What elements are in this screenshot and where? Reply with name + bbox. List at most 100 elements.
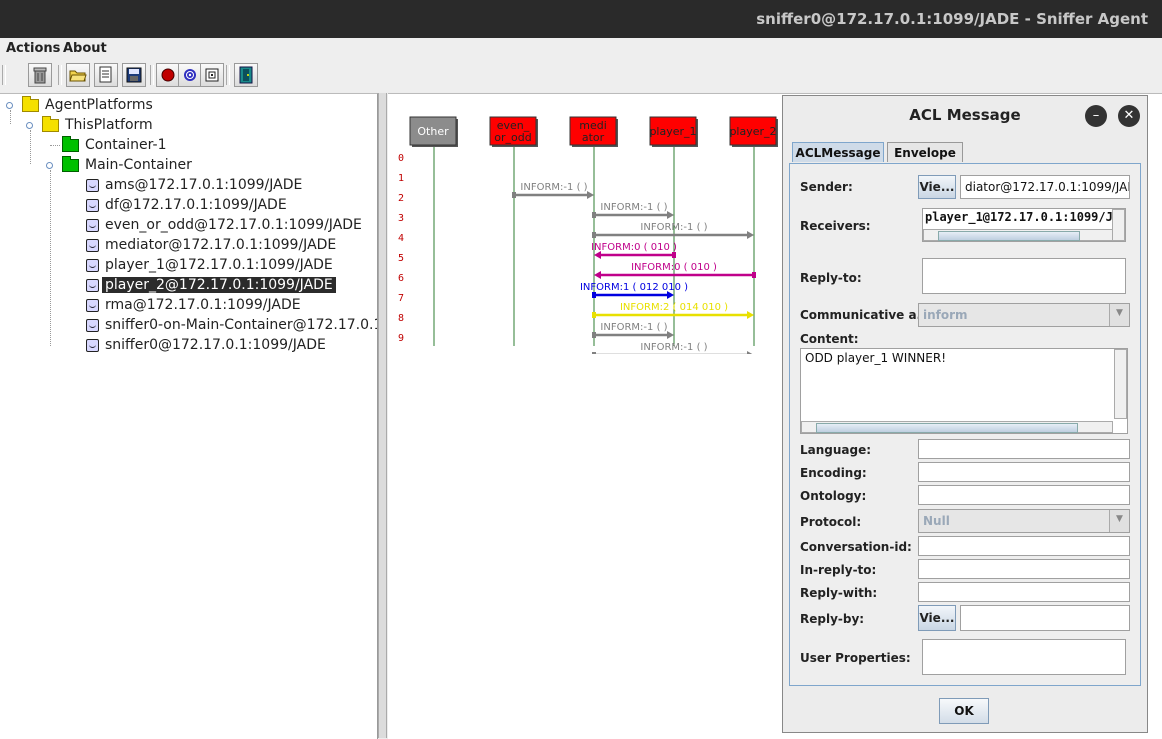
- tree-agent-player-2[interactable]: player_2@172.17.0.1:1099/JADE: [86, 275, 336, 295]
- row-number: 7: [398, 293, 404, 304]
- record-icon: [161, 68, 175, 82]
- exit-button[interactable]: [234, 63, 258, 87]
- sequence-diagram: Other even_or_oddmediator player_1 player_2…: [398, 116, 778, 354]
- tree-agent-ams[interactable]: ams@172.17.0.1:1099/JADE: [86, 175, 302, 195]
- spiral-icon: [184, 69, 196, 81]
- menu-about[interactable]: About: [63, 41, 107, 56]
- tree-agent-even-or-odd[interactable]: even_or_odd@172.17.0.1:1099/JADE: [86, 215, 362, 235]
- receivers-hscrollbar[interactable]: [923, 229, 1113, 241]
- sniff-off-button[interactable]: [178, 63, 202, 87]
- performative-combo[interactable]: inform ▼: [918, 303, 1130, 327]
- dialog-titlebar: ACL Message – ✕: [783, 96, 1147, 134]
- window-titlebar: sniffer0@172.17.0.1:1099/JADE - Sniffer …: [0, 0, 1162, 38]
- agent-box-label: or_odd: [494, 131, 531, 144]
- tree-agent-sniffer-on-main[interactable]: sniffer0-on-Main-Container@172.17.0.1:: [86, 315, 377, 335]
- expand-toggle-icon[interactable]: [46, 162, 53, 169]
- in-reply-to-field[interactable]: [918, 559, 1130, 579]
- row-number: 1: [398, 173, 404, 184]
- reply-to-field[interactable]: [922, 258, 1126, 294]
- language-field[interactable]: [918, 439, 1130, 459]
- protocol-combo[interactable]: Null ▼: [918, 509, 1130, 533]
- tree-agent-rma[interactable]: rma@172.17.0.1:1099/JADE: [86, 295, 301, 315]
- scrollbar-thumb[interactable]: [816, 423, 1078, 433]
- message-arrowhead: [587, 191, 594, 199]
- tree-agent-mediator[interactable]: mediator@172.17.0.1:1099/JADE: [86, 235, 336, 255]
- menu-actions[interactable]: Actions: [6, 41, 60, 56]
- save-button[interactable]: [122, 63, 146, 87]
- sniff-on-button[interactable]: [156, 63, 180, 87]
- protocol-label: Protocol:: [800, 515, 862, 529]
- menu-bar: Actions About: [0, 38, 1162, 60]
- sender-view-button[interactable]: Vie...: [918, 175, 956, 199]
- tab-envelope[interactable]: Envelope: [887, 142, 963, 162]
- sender-label: Sender:: [800, 180, 853, 194]
- tree-line: [10, 110, 11, 124]
- reply-by-view-button[interactable]: Vie...: [918, 605, 956, 631]
- expand-toggle-icon[interactable]: [26, 122, 33, 129]
- ontology-label: Ontology:: [800, 489, 867, 503]
- toolbar: [0, 60, 1162, 92]
- user-properties-field[interactable]: [922, 639, 1126, 675]
- ok-button[interactable]: OK: [939, 698, 989, 724]
- message-label: INFORM:-1 ( ): [520, 182, 587, 193]
- scrollbar-thumb[interactable]: [938, 231, 1080, 241]
- agent-icon: [86, 278, 99, 292]
- content-vscrollbar[interactable]: [1114, 349, 1127, 419]
- message-arrowhead: [667, 331, 674, 339]
- ontology-field[interactable]: [918, 485, 1130, 505]
- tree-node-thisplatform[interactable]: ThisPlatform: [42, 115, 153, 135]
- agent-box-label: ator: [582, 131, 605, 144]
- performative-value: inform: [923, 308, 968, 322]
- tree-agent-player-1[interactable]: player_1@172.17.0.1:1099/JADE: [86, 255, 333, 275]
- row-number: 0: [398, 153, 404, 164]
- tree-agent-df[interactable]: df@172.17.0.1:1099/JADE: [86, 195, 287, 215]
- agent-box-label: player_2: [729, 125, 776, 138]
- minimize-icon[interactable]: –: [1085, 105, 1107, 127]
- conversation-id-field[interactable]: [918, 536, 1130, 556]
- agent-icon: [86, 318, 99, 332]
- message-label: INFORM:0 ( 010 ): [631, 262, 717, 273]
- content-hscrollbar[interactable]: [801, 421, 1113, 433]
- reply-with-field[interactable]: [918, 582, 1130, 602]
- tree-node-main-container[interactable]: Main-Container: [62, 155, 192, 175]
- trash-button[interactable]: [28, 63, 52, 87]
- message-arrowhead: [747, 231, 754, 239]
- agent-tree[interactable]: AgentPlatforms ThisPlatform Container-1 …: [0, 93, 378, 739]
- acl-message-panel: Sender: Vie... diator@172.17.0.1:1099/JA…: [789, 163, 1141, 686]
- toolbar-separator: [2, 65, 6, 85]
- tree-agent-label: sniffer0@172.17.0.1:1099/JADE: [105, 337, 326, 353]
- trash-icon: [33, 67, 47, 84]
- split-pane-divider[interactable]: [378, 93, 387, 738]
- expand-toggle-icon[interactable]: [6, 102, 13, 109]
- filter-button[interactable]: [200, 63, 224, 87]
- sender-field[interactable]: diator@172.17.0.1:1099/JADE: [960, 175, 1130, 199]
- message-origin: [592, 232, 596, 238]
- chevron-down-icon[interactable]: ▼: [1109, 304, 1129, 326]
- encoding-label: Encoding:: [800, 466, 867, 480]
- chevron-down-icon[interactable]: ▼: [1109, 510, 1129, 532]
- message-label: INFORM:-1 ( ): [640, 342, 707, 353]
- tab-aclmessage[interactable]: ACLMessage: [792, 142, 884, 162]
- encoding-field[interactable]: [918, 462, 1130, 482]
- tree-line: [50, 145, 60, 146]
- receiver-item[interactable]: player_1@172.17.0.1:1099/JA: [925, 210, 1120, 224]
- receivers-list[interactable]: player_1@172.17.0.1:1099/JA: [922, 208, 1126, 242]
- tree-agent-sniffer0[interactable]: sniffer0@172.17.0.1:1099/JADE: [86, 335, 326, 355]
- agent-icon: [86, 338, 99, 352]
- tree-node-agentplatforms[interactable]: AgentPlatforms: [22, 95, 153, 115]
- write-button[interactable]: [94, 63, 118, 87]
- folder-icon: [22, 95, 39, 112]
- reply-by-field[interactable]: [960, 605, 1130, 631]
- content-textarea[interactable]: ODD player_1 WINNER!: [800, 348, 1128, 434]
- agent-icon: [86, 178, 99, 192]
- tree-agent-label: mediator@172.17.0.1:1099/JADE: [105, 237, 337, 253]
- tree-node-container-1[interactable]: Container-1: [62, 135, 166, 155]
- folder-icon: [42, 115, 59, 132]
- message-label: INFORM:-1 ( ): [600, 322, 667, 333]
- open-button[interactable]: [66, 63, 90, 87]
- agent-box-label: Other: [417, 125, 449, 138]
- tree-agent-label: df@172.17.0.1:1099/JADE: [105, 197, 287, 213]
- receivers-vscrollbar[interactable]: [1112, 209, 1125, 241]
- tree-line: [50, 170, 51, 346]
- close-icon[interactable]: ✕: [1118, 105, 1140, 127]
